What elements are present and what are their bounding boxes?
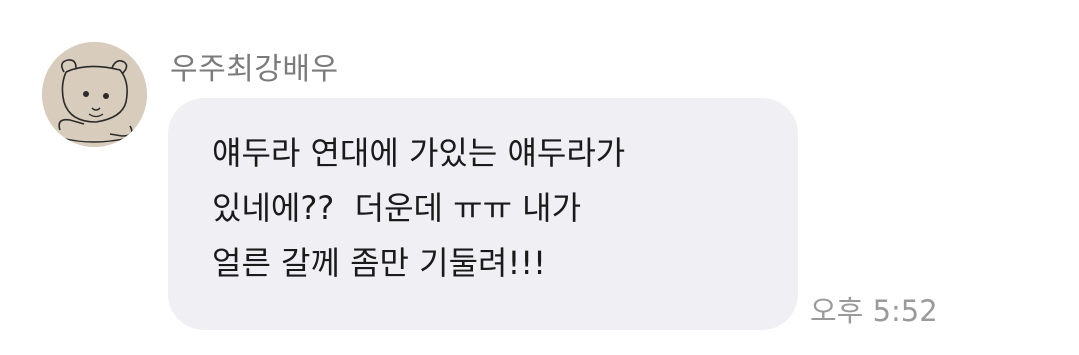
message-text-line: 있네에?? 더운데 ㅠㅠ 내가 <box>212 189 582 227</box>
sender-name[interactable]: 우주최강배우 <box>170 44 339 88</box>
message-timestamp: 오후 5:52 <box>810 294 938 328</box>
bear-drawing-icon <box>42 42 147 147</box>
message-text-line: 얘두라 연대에 가있는 얘두라가 <box>212 134 626 172</box>
message-bubble[interactable]: 얘두라 연대에 가있는 얘두라가 있네에?? 더운데 ㅠㅠ 내가 얼른 갈께 좀… <box>168 98 798 330</box>
sender-avatar[interactable] <box>42 42 147 147</box>
chat-message-row: 우주최강배우 얘두라 연대에 가있는 얘두라가 있네에?? 더운데 ㅠㅠ 내가 … <box>0 0 1079 355</box>
message-text-line: 얼른 갈께 좀만 기둘려!!! <box>212 244 546 282</box>
